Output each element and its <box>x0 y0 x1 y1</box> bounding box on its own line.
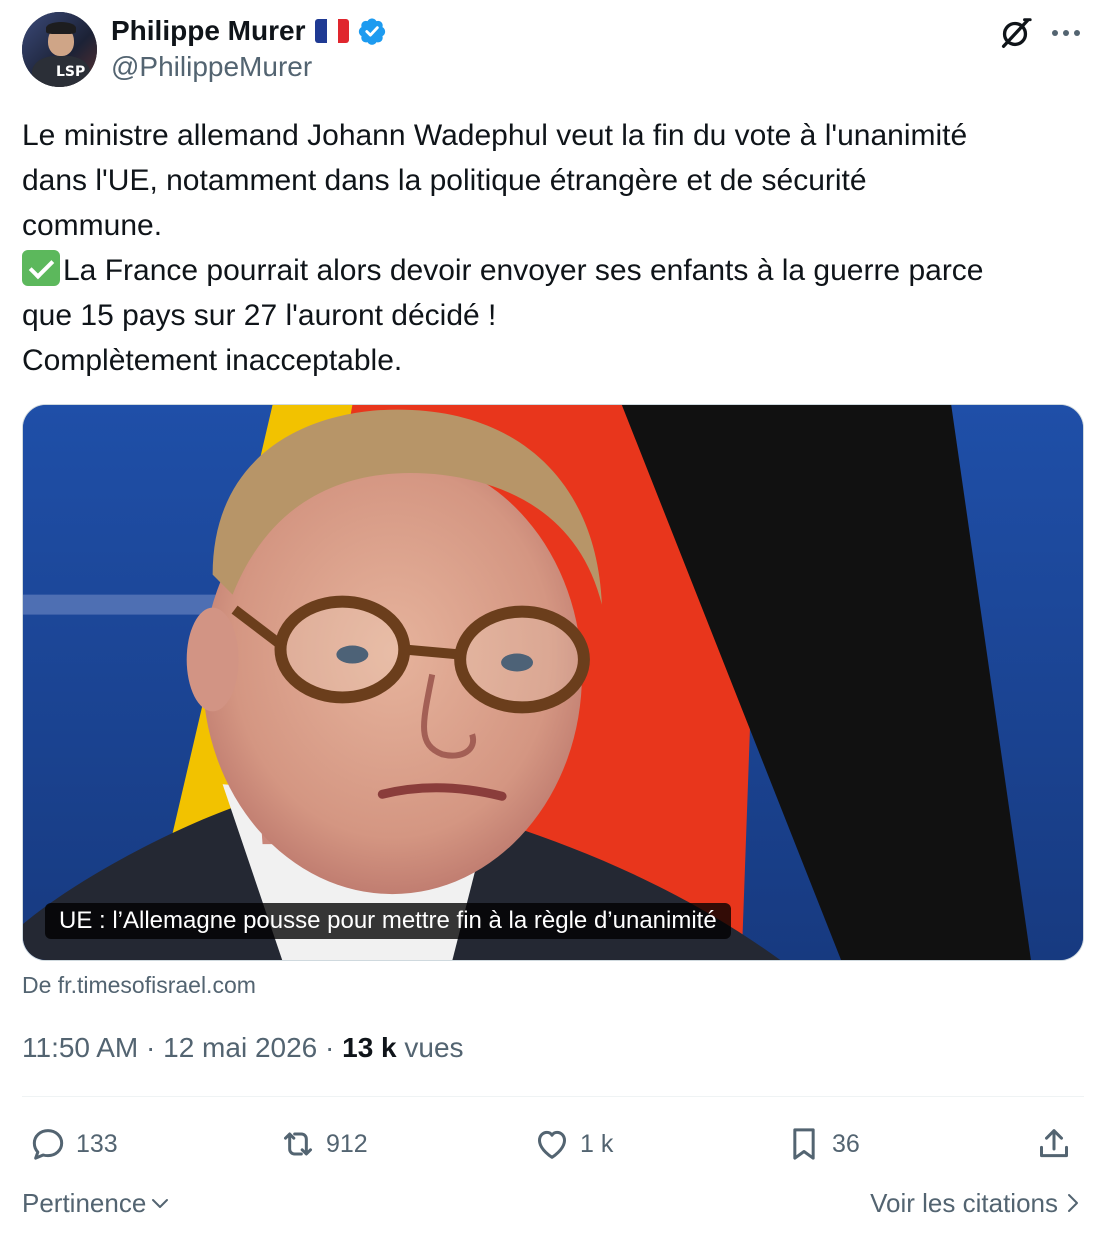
tweet-time[interactable]: 11:50 AM <box>22 1032 138 1063</box>
share-button[interactable] <box>1034 1122 1074 1166</box>
reply-icon <box>32 1129 64 1160</box>
card-caption: UE : l’Allemagne pousse pour mettre fin … <box>45 903 731 939</box>
divider <box>22 1096 1084 1097</box>
tweet-line: dans l'UE, notamment dans la politique é… <box>22 164 867 197</box>
view-quotes-label: Voir les citations <box>870 1188 1058 1218</box>
author-handle[interactable]: @PhilippeMurer <box>111 50 312 84</box>
france-flag-icon <box>315 19 350 43</box>
avatar-logo: LSP <box>56 64 86 80</box>
link-card[interactable]: UE : l’Allemagne pousse pour mettre fin … <box>22 404 1084 961</box>
like-button[interactable]: 1 k <box>532 1122 613 1166</box>
tweet-line: Le ministre allemand Johann Wadephul veu… <box>22 119 968 152</box>
views-count: 13 k <box>342 1032 397 1063</box>
meta-separator: · <box>146 1032 156 1063</box>
share-icon <box>1040 1129 1068 1158</box>
tweet-line-with-check: La France pourrait alors devoir envoyer … <box>22 248 1084 293</box>
like-count: 1 k <box>580 1129 614 1158</box>
avatar[interactable]: LSP <box>22 12 97 87</box>
reply-button[interactable]: 133 <box>28 1122 118 1166</box>
repost-icon <box>284 1132 312 1156</box>
card-source[interactable]: De fr.timesofisrael.com <box>22 970 256 1000</box>
bookmark-button[interactable]: 36 <box>784 1122 860 1166</box>
chevron-right-icon <box>1068 1194 1078 1212</box>
chevron-down-icon <box>152 1199 169 1208</box>
reply-count: 133 <box>76 1129 118 1158</box>
heart-icon <box>538 1130 566 1159</box>
tweet-line: La France pourrait alors devoir envoyer … <box>63 254 984 287</box>
tweet-meta: 11:50 AM · 12 mai 2026 · 13 k vues <box>22 1030 464 1066</box>
tweet-line: que 15 pays sur 27 l'auront décidé ! <box>22 299 497 332</box>
tweet-detail: LSP Philippe Murer @PhilippeMurer Le min… <box>0 0 1102 1233</box>
bookmark-icon <box>793 1128 815 1160</box>
bookmark-count: 36 <box>832 1129 860 1158</box>
author-display-name[interactable]: Philippe Murer <box>111 14 305 48</box>
more-options-icon[interactable] <box>1048 18 1084 48</box>
tweet-text: Le ministre allemand Johann Wadephul veu… <box>22 113 1084 383</box>
view-quotes-link[interactable]: Voir les citations <box>870 1186 1080 1220</box>
repost-count: 912 <box>326 1129 368 1158</box>
article-photo <box>23 405 1083 960</box>
repost-button[interactable]: 912 <box>278 1122 368 1166</box>
tweet-line: commune. <box>22 209 163 242</box>
tweet-date[interactable]: 12 mai 2026 <box>163 1032 317 1063</box>
verified-badge-icon <box>359 18 386 45</box>
author-name-row[interactable]: Philippe Murer <box>111 14 387 48</box>
sort-dropdown[interactable]: Pertinence <box>22 1186 170 1220</box>
grok-icon[interactable] <box>996 14 1034 52</box>
meta-separator: · <box>325 1032 335 1063</box>
check-mark-icon <box>22 250 60 286</box>
tweet-line: Complètement inacceptable. <box>22 344 403 377</box>
sort-label: Pertinence <box>22 1188 147 1218</box>
views-label: vues <box>404 1032 464 1063</box>
